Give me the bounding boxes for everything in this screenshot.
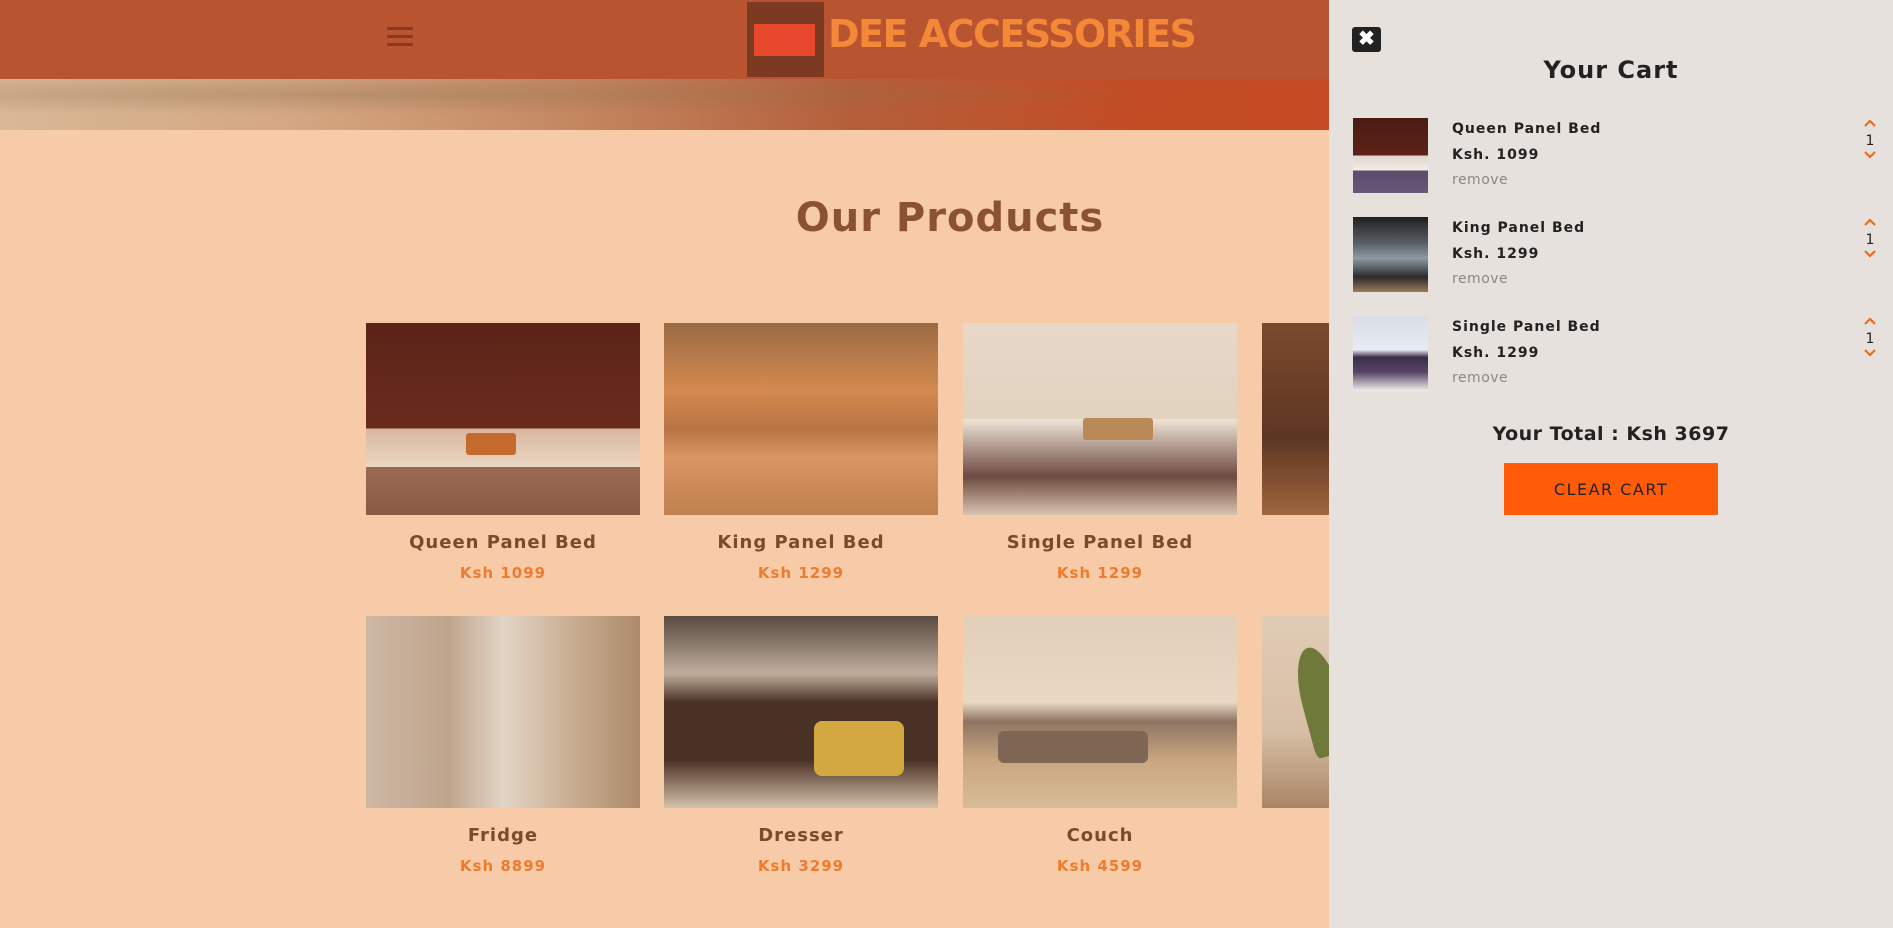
product-name: King Panel Bed: [717, 532, 885, 553]
remove-item-link[interactable]: remove: [1452, 271, 1585, 287]
product-name: Fridge: [467, 825, 539, 846]
cart-item-image: [1353, 316, 1428, 391]
product-card: Couch Ksh 4599: [963, 616, 1237, 875]
product-image[interactable]: [963, 323, 1237, 515]
cart-item-name: Single Panel Bed: [1452, 319, 1601, 335]
chevron-down-icon[interactable]: [1860, 249, 1880, 263]
product-name: Dresser: [758, 825, 844, 846]
product-image[interactable]: [664, 323, 938, 515]
product-price: Ksh 1299: [1056, 564, 1144, 582]
quantity-stepper: 1: [1860, 217, 1880, 263]
product-card: Queen Panel Bed Ksh 1099: [366, 323, 640, 582]
cart-item-name: King Panel Bed: [1452, 220, 1586, 236]
product-name: Queen Panel Bed: [409, 532, 597, 553]
clear-cart-button[interactable]: CLEAR CART: [1504, 463, 1718, 515]
product-image[interactable]: [963, 616, 1237, 808]
product-price: Ksh 1099: [459, 564, 547, 582]
chevron-down-icon[interactable]: [1860, 150, 1880, 164]
cart-item: Single Panel Bed Ksh. 1299 remove 1: [1353, 316, 1877, 392]
product-image[interactable]: [664, 616, 938, 808]
chevron-down-icon[interactable]: [1860, 348, 1880, 362]
cart-panel: ✖ Your Cart Queen Panel Bed Ksh. 1099 re…: [1329, 0, 1893, 928]
cart-item-price: Ksh. 1099: [1452, 147, 1540, 163]
chevron-up-icon[interactable]: [1860, 316, 1880, 330]
product-name: Couch: [1066, 825, 1134, 846]
remove-item-link[interactable]: remove: [1452, 172, 1601, 188]
product-image[interactable]: [366, 616, 640, 808]
close-icon: ✖: [1358, 28, 1375, 50]
brand-name: DEE ACCESSORIES: [828, 12, 1197, 56]
product-price: Ksh 4599: [1056, 857, 1144, 875]
quantity-stepper: 1: [1860, 316, 1880, 362]
cart-item-price: Ksh. 1299: [1452, 345, 1540, 361]
cart-item-name: Queen Panel Bed: [1452, 121, 1602, 137]
cart-item-price: Ksh. 1299: [1452, 246, 1540, 262]
cart-total: Your Total : Ksh 3697: [1492, 423, 1730, 445]
item-quantity: 1: [1865, 232, 1875, 248]
chevron-up-icon[interactable]: [1860, 217, 1880, 231]
cart-item: Queen Panel Bed Ksh. 1099 remove 1: [1353, 118, 1877, 194]
product-price: Ksh 8899: [459, 857, 547, 875]
product-image[interactable]: [366, 323, 640, 515]
item-quantity: 1: [1865, 331, 1875, 347]
product-card: Fridge Ksh 8899: [366, 616, 640, 875]
cart-item-image: [1353, 118, 1428, 193]
product-card: Single Panel Bed Ksh 1299: [963, 323, 1237, 582]
cart-title: Your Cart: [1543, 56, 1679, 84]
chevron-up-icon[interactable]: [1860, 118, 1880, 132]
cart-item-image: [1353, 217, 1428, 292]
product-card: King Panel Bed Ksh 1299: [664, 323, 938, 582]
item-quantity: 1: [1865, 133, 1875, 149]
close-cart-button[interactable]: ✖: [1352, 27, 1381, 52]
product-price: Ksh 1299: [757, 564, 845, 582]
remove-item-link[interactable]: remove: [1452, 370, 1601, 386]
product-price: Ksh 3299: [757, 857, 845, 875]
hamburger-menu-icon[interactable]: [387, 27, 413, 49]
product-card: Dresser Ksh 3299: [664, 616, 938, 875]
product-name: Single Panel Bed: [1006, 532, 1194, 553]
quantity-stepper: 1: [1860, 118, 1880, 164]
cart-item: King Panel Bed Ksh. 1299 remove 1: [1353, 217, 1877, 293]
logo-icon: [747, 2, 824, 77]
